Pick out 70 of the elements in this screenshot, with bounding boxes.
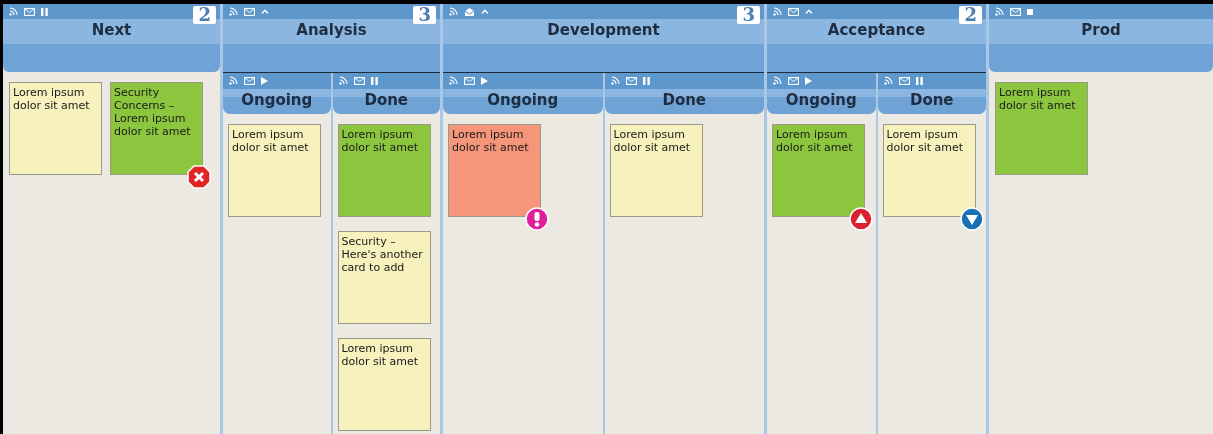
sticky-note[interactable]: Security Concerns – Lorem ipsum dolor sit amet: [110, 82, 203, 175]
envelope-icon[interactable]: [244, 7, 255, 16]
open-envelope-icon[interactable]: [464, 6, 475, 17]
column-title: Acceptance: [827, 21, 926, 39]
pause-icon[interactable]: [370, 76, 378, 85]
rss-icon[interactable]: [338, 76, 348, 85]
rss-icon[interactable]: [229, 76, 238, 85]
sticky-note[interactable]: Lorem ipsum dolor sit amet: [448, 124, 541, 217]
card-text: Lorem ipsum dolor sit amet: [13, 86, 90, 112]
envelope-icon[interactable]: [353, 76, 365, 85]
pause-icon[interactable]: [642, 76, 650, 85]
envelope-icon[interactable]: [1010, 7, 1021, 16]
sticky-note[interactable]: Lorem ipsum dolor sit amet: [228, 124, 321, 217]
envelope-icon[interactable]: [788, 7, 799, 16]
column-title: Analysis: [296, 21, 367, 39]
card-text: Lorem ipsum dolor sit amet: [776, 128, 853, 154]
sticky-note[interactable]: Lorem ipsum dolor sit amet: [337, 338, 431, 431]
lane-title: Ongoing: [487, 91, 559, 109]
envelope-icon[interactable]: [625, 76, 637, 85]
card-count: 2: [193, 6, 216, 24]
column-title: Development: [547, 21, 660, 39]
rss-icon[interactable]: [995, 7, 1004, 16]
card-text: Lorem ipsum dolor sit amet: [341, 128, 419, 154]
rss-icon[interactable]: [773, 76, 782, 85]
lane-title: Ongoing: [241, 91, 313, 109]
sticky-note[interactable]: Lorem ipsum dolor sit amet: [882, 124, 976, 217]
caret-up-icon[interactable]: [805, 9, 813, 14]
lane-title: Ongoing: [785, 91, 857, 109]
sticky-note[interactable]: Lorem ipsum dolor sit amet: [609, 124, 703, 217]
envelope-icon[interactable]: [788, 76, 799, 85]
play-icon[interactable]: [481, 76, 488, 85]
card-count: 3: [413, 6, 436, 24]
card-count: 3: [737, 6, 760, 24]
play-icon[interactable]: [805, 76, 812, 85]
sticky-note[interactable]: Lorem ipsum dolor sit amet: [772, 124, 865, 217]
sticky-note[interactable]: Lorem ipsum dolor sit amet: [9, 82, 102, 175]
envelope-icon[interactable]: [464, 76, 475, 85]
envelope-icon[interactable]: [24, 7, 35, 16]
envelope-icon[interactable]: [898, 76, 910, 85]
rss-icon[interactable]: [229, 7, 238, 16]
lane-title: Done: [909, 91, 954, 109]
rss-icon[interactable]: [883, 76, 893, 85]
caret-up-icon[interactable]: [481, 9, 489, 14]
lane-title: Done: [662, 91, 707, 109]
card-text: Lorem ipsum dolor sit amet: [232, 128, 309, 154]
rss-icon[interactable]: [449, 7, 458, 16]
rss-icon[interactable]: [610, 76, 620, 85]
stop-icon[interactable]: [1027, 8, 1033, 15]
card-text: Security Concerns – Lorem ipsum dolor sit amet: [114, 86, 191, 138]
caret-up-icon[interactable]: [261, 9, 269, 14]
envelope-icon[interactable]: [244, 76, 255, 85]
sticky-note[interactable]: Lorem ipsum dolor sit amet: [337, 124, 431, 217]
card-text: Lorem ipsum dolor sit amet: [341, 342, 419, 368]
sticky-note[interactable]: Security – Here's another card to add: [337, 231, 431, 324]
card-count: 2: [959, 6, 982, 24]
card-text: Lorem ipsum dolor sit amet: [999, 86, 1076, 112]
sticky-note[interactable]: Lorem ipsum dolor sit amet: [995, 82, 1088, 175]
column-title: Prod: [1081, 21, 1121, 39]
card-text: Security – Here's another card to add: [341, 235, 423, 274]
pause-icon[interactable]: [915, 76, 923, 85]
lane-title: Done: [364, 91, 409, 109]
card-text: Lorem ipsum dolor sit amet: [613, 128, 691, 154]
card-text: Lorem ipsum dolor sit amet: [452, 128, 529, 154]
column-title: Next: [91, 21, 132, 39]
rss-icon[interactable]: [449, 76, 458, 85]
play-icon[interactable]: [261, 76, 268, 85]
rss-icon[interactable]: [773, 7, 782, 16]
rss-icon[interactable]: [9, 7, 18, 16]
pause-icon[interactable]: [41, 7, 48, 16]
card-text: Lorem ipsum dolor sit amet: [886, 128, 964, 154]
